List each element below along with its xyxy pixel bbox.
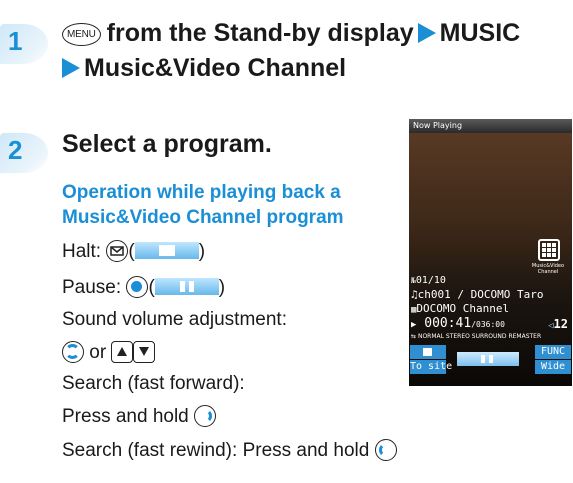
note-icon: ♫ bbox=[411, 288, 418, 301]
step-2-number: 2 bbox=[8, 135, 23, 165]
or-text: or bbox=[89, 342, 107, 363]
search-rw-line: Search (fast rewind): Press and hold bbox=[62, 439, 397, 462]
step-2-title: Select a program. bbox=[62, 130, 272, 158]
time-total: /036:00 bbox=[471, 320, 505, 329]
search-ff-line: Press and hold bbox=[62, 405, 217, 428]
step-1-line-1: MENU from the Stand-by display MUSIC bbox=[62, 19, 520, 48]
pause-line: Pause: ( ) bbox=[62, 276, 226, 298]
down-key-icon bbox=[133, 341, 156, 363]
mail-key-icon bbox=[106, 240, 129, 262]
play-icon: ▶ bbox=[411, 320, 417, 330]
phone-screen: Now Playing Music&Video Channel №01/10 ♫… bbox=[409, 119, 572, 386]
right-key-icon bbox=[194, 405, 217, 427]
mode-row: ⇆ NORMAL STEREO SURROUND REMASTER bbox=[411, 333, 541, 340]
arrow-right-icon bbox=[62, 58, 80, 78]
halt-label: Halt: bbox=[62, 241, 102, 262]
time-row: ▶ 000:41/036:00 bbox=[411, 316, 505, 331]
repeat-icon: ⇆ bbox=[411, 333, 417, 340]
center-key-icon bbox=[126, 276, 149, 298]
softkey-stop[interactable] bbox=[410, 345, 446, 359]
pause-icon bbox=[154, 278, 219, 295]
program-row: ♫ch001 / DOCOMO Taro bbox=[411, 288, 543, 301]
sub-heading-line-2: Music&Video Channel program bbox=[62, 207, 344, 228]
phone-header: Now Playing bbox=[409, 119, 572, 133]
program-line: ch001 / DOCOMO Taro bbox=[417, 288, 544, 301]
step-1-line-2: Music&Video Channel bbox=[62, 54, 346, 83]
mode-surround: SURROUND bbox=[471, 333, 507, 340]
volume-value: 12 bbox=[553, 317, 568, 331]
softkey-func[interactable]: FUNC bbox=[535, 345, 571, 359]
channel-logo-icon bbox=[538, 239, 560, 261]
halt-line: Halt: () bbox=[62, 240, 206, 262]
channel-row: ▦DOCOMO Channel bbox=[411, 302, 509, 315]
mode-stereo: STEREO bbox=[445, 333, 470, 340]
volume-row: ◁12 bbox=[548, 317, 568, 331]
track-count: 01/10 bbox=[415, 275, 446, 286]
pause-label: Pause: bbox=[62, 277, 122, 298]
time-current: 000:41 bbox=[424, 316, 472, 331]
volume-label: Sound volume adjustment: bbox=[62, 309, 287, 330]
mode-remaster: REMASTER bbox=[508, 333, 542, 340]
left-key-icon bbox=[374, 439, 397, 461]
step-1-number: 1 bbox=[8, 26, 23, 56]
stop-icon bbox=[134, 242, 199, 259]
step-1-target-channel: Music&Video Channel bbox=[84, 54, 347, 82]
arrow-right-icon bbox=[417, 23, 436, 43]
stop-icon bbox=[423, 348, 432, 356]
mode-normal: NORMAL bbox=[417, 333, 444, 340]
press-hold-text: Press and hold bbox=[62, 406, 189, 427]
step-1-target-music: MUSIC bbox=[439, 19, 521, 47]
sub-heading-line-1: Operation while playing back a bbox=[62, 182, 341, 203]
pause-bar-right bbox=[489, 355, 493, 363]
up-key-icon bbox=[111, 341, 134, 363]
volume-keys-line: or bbox=[62, 341, 156, 364]
softkey-pause[interactable] bbox=[457, 352, 519, 366]
multi-key-up-down-icon bbox=[62, 341, 84, 363]
logo-caption: Music&Video Channel bbox=[531, 263, 565, 275]
step-1-instruction: from the Stand-by display bbox=[106, 19, 414, 47]
softkey-to-site[interactable]: To site bbox=[410, 360, 452, 374]
menu-key-icon: MENU bbox=[62, 23, 101, 46]
search-ff-label: Search (fast forward): bbox=[62, 373, 245, 394]
pause-bar-left bbox=[481, 355, 485, 363]
channel-line: DOCOMO Channel bbox=[416, 302, 510, 315]
search-rw-text: Search (fast rewind): Press and hold bbox=[62, 440, 370, 461]
track-count-row: №01/10 bbox=[411, 275, 446, 286]
softkey-wide[interactable]: Wide bbox=[535, 360, 571, 374]
